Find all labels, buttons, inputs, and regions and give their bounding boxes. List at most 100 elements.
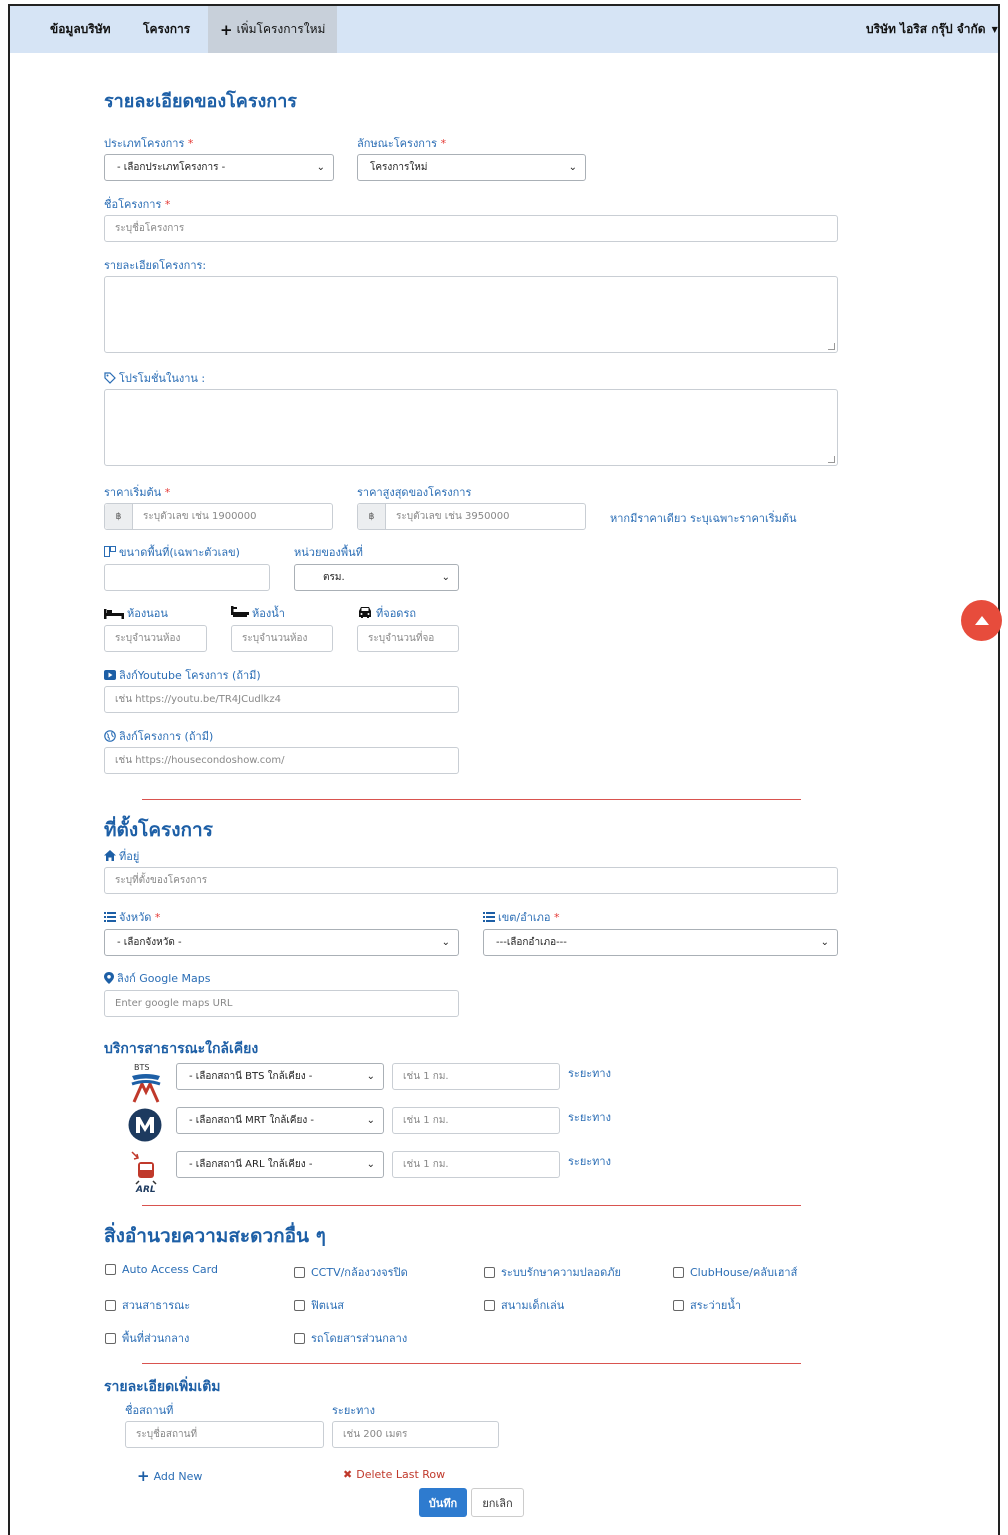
district-select[interactable]: ---เลือกอำเภอ--- ⌄	[483, 929, 838, 956]
checkbox-icon[interactable]	[294, 1299, 305, 1311]
youtube-placeholder: เช่น https://youtu.be/TR4JCudlkz4	[115, 694, 281, 705]
facility-checkbox[interactable]: สระว่ายน้ำ	[673, 1296, 741, 1314]
price-max-label: ราคาสูงสุดของโครงการ	[357, 486, 472, 499]
price-hint: หากมีราคาเดียว ระบุเฉพาะราคาเริ่มต้น	[610, 512, 797, 525]
website-input[interactable]: เช่น https://housecondoshow.com/	[104, 747, 459, 774]
facility-checkbox[interactable]: ฟิตเนส	[294, 1296, 344, 1314]
facility-label: ClubHouse/คลับเฮาส์	[690, 1266, 798, 1279]
checkbox-icon[interactable]	[484, 1299, 495, 1311]
checkbox-icon[interactable]	[105, 1264, 116, 1275]
mrt-distance-input[interactable]: เช่น 1 กม.	[392, 1107, 560, 1134]
promo-label: โปรโมชั่นในงาน :	[104, 369, 205, 387]
bts-select[interactable]: - เลือกสถานี BTS ใกล้เคียง - ⌄	[176, 1063, 384, 1090]
nav-add-project[interactable]: + เพิ่มโครงการใหม่	[208, 6, 338, 53]
facility-checkbox[interactable]: ClubHouse/คลับเฮาส์	[673, 1263, 797, 1281]
mrt-distance-hint: ระยะทาง	[568, 1111, 611, 1124]
checkbox-icon[interactable]	[105, 1299, 116, 1311]
mrt-select[interactable]: - เลือกสถานี MRT ใกล้เคียง - ⌄	[176, 1107, 384, 1134]
price-max-input[interactable]: ฿ ระบุตัวเลข เช่น 3950000	[357, 503, 586, 530]
bts-distance-placeholder: เช่น 1 กม.	[403, 1071, 449, 1082]
checkbox-icon[interactable]	[673, 1299, 684, 1311]
transit-title: บริการสาธารณะใกล้เคียง	[104, 1041, 259, 1057]
checkbox-icon[interactable]	[294, 1332, 305, 1344]
facility-checkbox[interactable]: Auto Access Card	[105, 1263, 218, 1276]
company-dropdown[interactable]: บริษัท ไอริส กรุ๊ป จำกัด ▼	[866, 6, 998, 53]
delete-last-row-label: Delete Last Row	[356, 1468, 446, 1481]
project-desc-textarea[interactable]	[104, 276, 838, 353]
project-nature-select[interactable]: โครงการใหม่ ⌄	[357, 154, 586, 181]
facility-label: สนามเด็กเล่น	[501, 1299, 565, 1312]
project-nature-value: โครงการใหม่	[370, 162, 428, 173]
bed-icon	[104, 607, 124, 622]
facility-checkbox[interactable]: พื้นที่ส่วนกลาง	[105, 1329, 189, 1347]
scroll-to-top-button[interactable]	[961, 600, 1002, 641]
parking-placeholder: ระบุจำนวนที่จอ	[368, 633, 435, 644]
parking-input[interactable]: ระบุจำนวนที่จอ	[357, 625, 459, 652]
promo-textarea[interactable]	[104, 389, 838, 466]
maps-label: ลิงก์ Google Maps	[104, 969, 211, 987]
plus-icon: +	[220, 20, 233, 39]
bedroom-placeholder: ระบุจำนวนห้อง	[115, 633, 181, 644]
bathroom-input[interactable]: ระบุจำนวนห้อง	[231, 625, 333, 652]
nav-add-project-label: เพิ่มโครงการใหม่	[236, 22, 326, 36]
chevron-down-icon: ⌄	[441, 572, 450, 583]
address-label: ที่อยู่	[104, 847, 139, 865]
website-placeholder: เช่น https://housecondoshow.com/	[115, 755, 285, 766]
price-start-input[interactable]: ฿ ระบุตัวเลข เช่น 1900000	[104, 503, 333, 530]
facility-checkbox[interactable]: สนามเด็กเล่น	[484, 1296, 564, 1314]
facility-label: ฟิตเนส	[311, 1299, 344, 1312]
price-max-placeholder: ระบุตัวเลข เช่น 3950000	[396, 511, 510, 522]
arl-distance-input[interactable]: เช่น 1 กม.	[392, 1151, 560, 1178]
district-label: เขต/อำเภอ *	[483, 908, 560, 926]
mrt-logo-icon	[128, 1108, 162, 1142]
checkbox-icon[interactable]	[105, 1332, 116, 1344]
project-name-input[interactable]: ระบุชื่อโครงการ	[104, 215, 838, 242]
chevron-down-icon: ⌄	[316, 162, 325, 173]
province-select[interactable]: - เลือกจังหวัด - ⌄	[104, 929, 459, 956]
caret-down-icon: ▼	[991, 25, 998, 34]
arl-distance-hint: ระยะทาง	[568, 1155, 611, 1168]
cancel-button[interactable]: ยกเลิก	[471, 1488, 524, 1517]
area-unit-select[interactable]: ตรม. ⌄	[294, 564, 459, 591]
chevron-down-icon: ⌄	[820, 937, 829, 948]
area-unit-value: ตรม.	[323, 572, 345, 583]
save-button[interactable]: บันทึก	[419, 1488, 467, 1517]
nav-projects-label: โครงการ	[143, 22, 191, 36]
arl-logo-icon: ARL	[130, 1150, 166, 1195]
details-title: รายละเอียดของโครงการ	[104, 91, 297, 112]
chevron-down-icon: ⌄	[366, 1071, 375, 1082]
facility-checkbox[interactable]: รถโดยสารส่วนกลาง	[294, 1329, 407, 1347]
delete-last-row-link[interactable]: ✖ Delete Last Row	[343, 1468, 445, 1481]
checkbox-icon[interactable]	[484, 1266, 495, 1278]
youtube-input[interactable]: เช่น https://youtu.be/TR4JCudlkz4	[104, 686, 459, 713]
checkbox-icon[interactable]	[673, 1266, 684, 1278]
resize-grip-icon[interactable]	[828, 343, 835, 350]
section-divider	[142, 1363, 801, 1364]
add-new-link[interactable]: + Add New	[137, 1467, 202, 1485]
place-name-input[interactable]: ระบุชื่อสถานที่	[125, 1421, 324, 1448]
facility-label: รถโดยสารส่วนกลาง	[311, 1332, 408, 1345]
nav-projects[interactable]: โครงการ	[143, 6, 190, 53]
parking-label: ที่จอดรถ	[357, 604, 416, 622]
address-input[interactable]: ระบุที่ตั้งของโครงการ	[104, 867, 838, 894]
area-input[interactable]	[104, 564, 270, 591]
arl-select-value: - เลือกสถานี ARL ใกล้เคียง -	[189, 1159, 313, 1170]
nav-company-info[interactable]: ข้อมูลบริษัท	[50, 6, 111, 53]
list-icon	[104, 911, 116, 925]
project-type-select[interactable]: - เลือกประเภทโครงการ - ⌄	[104, 154, 334, 181]
resize-grip-icon[interactable]	[828, 456, 835, 463]
bedroom-input[interactable]: ระบุจำนวนห้อง	[104, 625, 207, 652]
section-divider	[142, 799, 801, 800]
arl-select[interactable]: - เลือกสถานี ARL ใกล้เคียง - ⌄	[176, 1151, 384, 1178]
mrt-distance-placeholder: เช่น 1 กม.	[403, 1115, 449, 1126]
bts-distance-input[interactable]: เช่น 1 กม.	[392, 1063, 560, 1090]
facility-checkbox[interactable]: สวนสาธารณะ	[105, 1296, 190, 1314]
section-divider	[142, 1205, 801, 1206]
facility-checkbox[interactable]: ระบบรักษาความปลอดภัย	[484, 1263, 621, 1281]
bathroom-label: ห้องน้ำ	[231, 604, 285, 622]
maps-input[interactable]: Enter google maps URL	[104, 990, 459, 1017]
facility-checkbox[interactable]: CCTV/กล้องวงจรปิด	[294, 1263, 408, 1281]
checkbox-icon[interactable]	[294, 1266, 305, 1278]
distance-input[interactable]: เช่น 200 เมตร	[332, 1421, 499, 1448]
nav-company-info-label: ข้อมูลบริษัท	[50, 22, 111, 36]
